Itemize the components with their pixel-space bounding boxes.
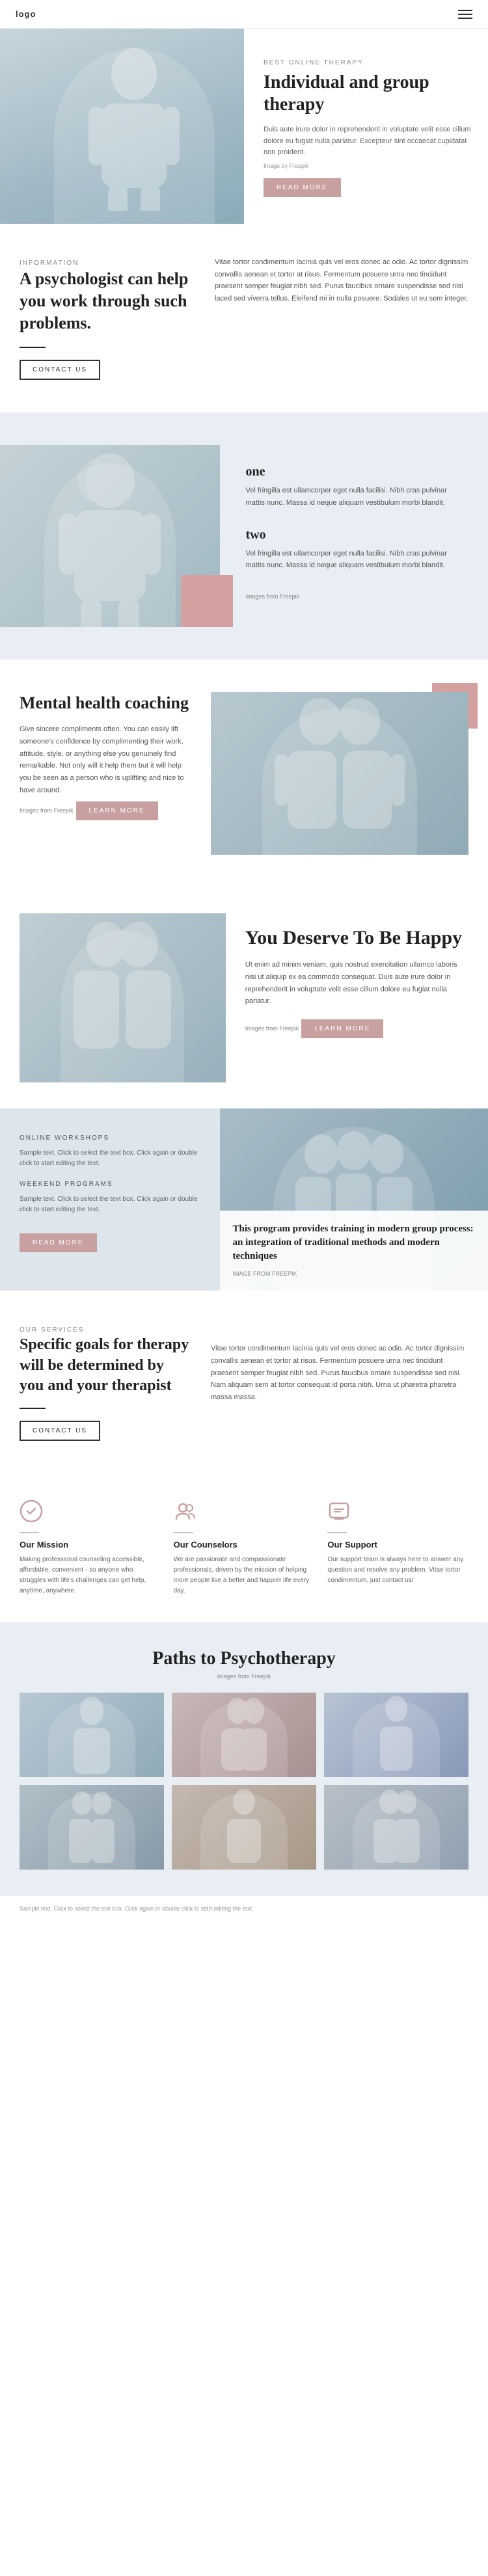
coaching-title: Mental health coaching xyxy=(20,692,191,714)
mission-icon xyxy=(20,1499,46,1525)
coaching-learn-more-button[interactable]: LEARN MORE xyxy=(76,801,158,820)
mission-text: Making professional counseling accessibl… xyxy=(20,1555,161,1596)
path-image-6 xyxy=(324,1785,468,1870)
online-workshops-tag: ONLINE WORKSHOPS xyxy=(20,1134,200,1142)
numbered-credit: Images from Freepik xyxy=(246,593,300,600)
happy-body: Ut enim ad minim veniam, quis nostrud ex… xyxy=(245,959,468,1008)
footer-sample-text: Sample text. Click to select the text bo… xyxy=(20,1905,254,1912)
numbered-image-wrap xyxy=(0,445,220,627)
mission-title: Our Mission xyxy=(20,1540,161,1550)
coaching-credit: Images from Freepik xyxy=(20,807,74,814)
happy-credit: Images from Freepik xyxy=(245,1025,299,1032)
numbered-section: one Vel fringilla est ullamcorper eget n… xyxy=(0,412,488,660)
numbered-content: one Vel fringilla est ullamcorper eget n… xyxy=(220,445,488,627)
info-divider xyxy=(20,347,46,348)
services-section: OUR SERVICES Specific goals for therapy … xyxy=(0,1291,488,1473)
workshops-overlay-title: This program provides training in modern… xyxy=(233,1222,476,1263)
hero-section: BEST ONLINE THERAPY Individual and group… xyxy=(0,29,488,224)
happy-left xyxy=(20,913,226,1082)
services-tag: OUR SERVICES xyxy=(20,1326,84,1334)
counselors-col: Our Counselors We are passionate and com… xyxy=(174,1499,315,1596)
workshops-overlay: This program provides training in modern… xyxy=(220,1211,488,1291)
services-body: Vitae tortor condimentum lacinia quis ve… xyxy=(211,1343,468,1403)
counselors-text: We are passionate and compassionate prof… xyxy=(174,1555,315,1596)
paths-grid xyxy=(20,1693,468,1870)
happy-image xyxy=(20,913,226,1082)
pink-accent-numbered xyxy=(181,575,233,627)
hero-image xyxy=(0,29,269,224)
hero-read-more-button[interactable]: READ MORE xyxy=(264,178,341,197)
counselors-title: Our Counselors xyxy=(174,1540,315,1550)
one-text: Vel fringilla est ullamcorper eget nulla… xyxy=(246,485,463,509)
mission-col: Our Mission Making professional counseli… xyxy=(20,1499,161,1596)
services-right: Vitae tortor condimentum lacinia quis ve… xyxy=(211,1323,468,1403)
workshops-left: ONLINE WORKSHOPS Sample text. Click to s… xyxy=(0,1108,220,1291)
weekend-programs-sample: Sample text. Click to select the text bo… xyxy=(20,1194,200,1215)
support-col: Our Support Our support team is always h… xyxy=(327,1499,468,1596)
workshops-overlay-credit: IMAGE FROM FREEPIK xyxy=(233,1270,297,1277)
support-title: Our Support xyxy=(327,1540,468,1550)
support-divider xyxy=(327,1532,347,1533)
coaching-right xyxy=(211,692,468,855)
path-image-1 xyxy=(20,1693,164,1777)
weekend-programs-tag: WEEKEND PROGRAMS xyxy=(20,1181,200,1188)
happy-learn-more-button[interactable]: LEARN MORE xyxy=(301,1019,383,1038)
coaching-body: Give sincere compliments often. You can … xyxy=(20,723,191,796)
info-left: INFORMATION A psychologist can help you … xyxy=(20,256,189,380)
support-text: Our support team is always here to answe… xyxy=(327,1555,468,1586)
online-workshops-sample: Sample text. Click to select the text bo… xyxy=(20,1148,200,1169)
workshops-section: ONLINE WORKSHOPS Sample text. Click to s… xyxy=(0,1108,488,1291)
footer: Sample text. Click to select the text bo… xyxy=(0,1896,488,1921)
coaching-image xyxy=(211,692,468,855)
services-title: Specific goals for therapy will be deter… xyxy=(20,1335,191,1396)
mission-divider xyxy=(20,1532,39,1533)
hero-title: Individual and group therapy xyxy=(264,72,472,115)
numbered-item-two: two Vel fringilla est ullamcorper eget n… xyxy=(246,528,463,572)
info-body: Vitae tortor condimentum lacinia quis ve… xyxy=(215,256,468,305)
path-image-3 xyxy=(324,1693,468,1777)
counselors-divider xyxy=(174,1532,193,1533)
paths-section: Paths to Psychotherapy Images from Freep… xyxy=(0,1622,488,1896)
happy-section: You Deserve To Be Happy Ut enim ad minim… xyxy=(0,887,488,1108)
support-icon xyxy=(327,1499,353,1525)
hero-body: Duis aute irure dolor in reprehenderit i… xyxy=(264,124,472,159)
happy-right: You Deserve To Be Happy Ut enim ad minim… xyxy=(245,913,468,1038)
services-contact-us-button[interactable]: CONTACT US xyxy=(20,1421,100,1441)
paths-title: Paths to Psychotherapy xyxy=(20,1648,468,1669)
services-left: OUR SERVICES Specific goals for therapy … xyxy=(20,1323,191,1441)
info-tag: INFORMATION xyxy=(20,260,79,267)
path-image-5 xyxy=(172,1785,316,1870)
three-col-section: Our Mission Making professional counseli… xyxy=(0,1473,488,1622)
info-contact-us-button[interactable]: CONTACT US xyxy=(20,360,100,380)
hero-credit: Image by Freepik xyxy=(264,163,472,169)
happy-title: You Deserve To Be Happy xyxy=(245,926,468,950)
paths-credit: Images from Freepik xyxy=(20,1673,468,1680)
navbar: logo xyxy=(0,0,488,29)
hero-tag: BEST ONLINE THERAPY xyxy=(264,59,472,66)
workshops-right: This program provides training in modern… xyxy=(220,1108,488,1291)
workshops-read-more-button[interactable]: READ MORE xyxy=(20,1233,97,1252)
nav-logo: logo xyxy=(16,9,36,19)
numbered-item-one: one Vel fringilla est ullamcorper eget n… xyxy=(246,464,463,509)
two-text: Vel fringilla est ullamcorper eget nulla… xyxy=(246,548,463,572)
hamburger-button[interactable] xyxy=(458,10,472,19)
coaching-left: Mental health coaching Give sincere comp… xyxy=(20,692,191,820)
info-section: INFORMATION A psychologist can help you … xyxy=(0,224,488,412)
path-image-4 xyxy=(20,1785,164,1870)
path-image-2 xyxy=(172,1693,316,1777)
info-right: Vitae tortor condimentum lacinia quis ve… xyxy=(215,256,468,305)
coaching-section: Mental health coaching Give sincere comp… xyxy=(0,660,488,887)
one-label: one xyxy=(246,464,463,479)
info-title: A psychologist can help you work through… xyxy=(20,268,189,334)
services-divider xyxy=(20,1408,46,1409)
two-label: two xyxy=(246,528,463,543)
counselors-icon xyxy=(174,1499,200,1525)
hero-content: BEST ONLINE THERAPY Individual and group… xyxy=(244,29,488,224)
